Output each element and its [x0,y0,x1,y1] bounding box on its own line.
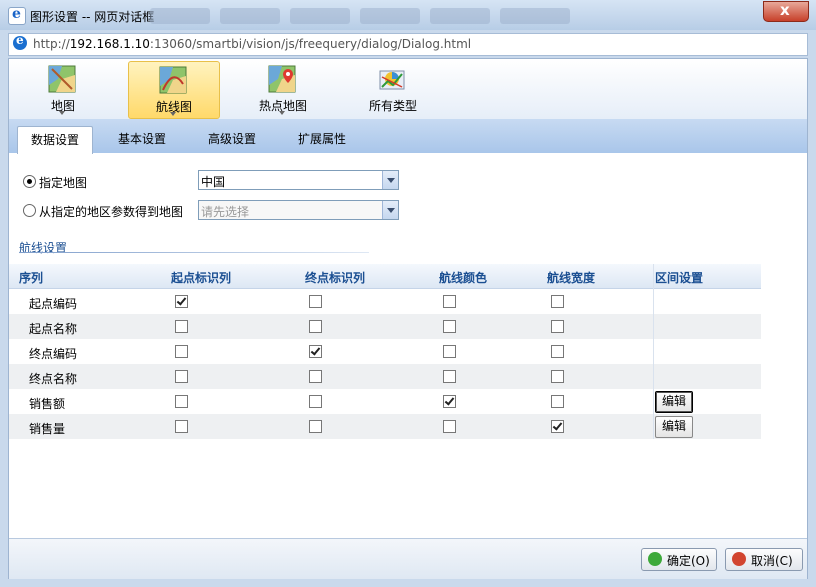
toolbar-all-types-label: 所有类型 [368,99,417,113]
window-title: 图形设置 -- 网页对话框 [30,10,155,24]
column-header: 航线宽度 [547,271,596,285]
start-id-checkbox[interactable] [175,295,188,308]
toolbar-map-button[interactable]: 地图 [18,61,108,117]
title-bar: 图形设置 -- 网页对话框 x [0,0,816,30]
dialog-footer: 确定(O) 取消(C) [9,538,807,579]
cancel-button[interactable]: 取消(C) [725,548,803,571]
settings-tab-bar: 数据设置 基本设置 高级设置 扩展属性 [9,119,807,154]
ok-button-label: 确定(O) [667,554,710,568]
tab-basic-settings[interactable]: 基本设置 [105,126,179,153]
end-id-checkbox[interactable] [309,320,322,333]
dropdown-arrow-icon[interactable] [382,201,398,219]
toolbar-route-map-button[interactable]: 航线图 [128,61,220,119]
radio-specified-map-label: 指定地图 [39,176,88,190]
column-header: 航线颜色 [439,271,488,285]
row-series-name: 销售量 [29,422,66,436]
check-icon [648,552,662,566]
column-header: 序列 [19,271,44,285]
cancel-button-label: 取消(C) [751,554,793,568]
chevron-down-icon [170,112,176,116]
column-header: 终点标识列 [305,271,366,285]
table-row: 起点名称 [9,314,761,339]
background-taskbar-tabs [150,8,620,24]
route-color-checkbox[interactable] [443,395,456,408]
table-row: 起点编码 [9,289,761,314]
dialog-content: 地图 航线图 热点地图 所有类型 数据设置 基本设置 高级设置 扩展属性 指定地… [8,58,808,579]
ok-button[interactable]: 确定(O) [641,548,717,571]
route-width-checkbox[interactable] [551,420,564,433]
row-series-name: 销售额 [29,397,66,411]
page-icon [13,33,27,50]
tab-extended-properties[interactable]: 扩展属性 [285,126,359,153]
route-width-checkbox[interactable] [551,345,564,358]
toolbar-all-types-button[interactable]: 所有类型 [348,61,438,117]
tab-data-settings[interactable]: 数据设置 [17,126,93,154]
end-id-checkbox[interactable] [309,420,322,433]
map-select[interactable]: 中国 [198,170,399,190]
tab-advanced-settings[interactable]: 高级设置 [195,126,269,153]
region-param-placeholder: 请先选择 [201,205,250,219]
column-divider [653,264,654,439]
route-width-checkbox[interactable] [551,395,564,408]
route-width-checkbox[interactable] [551,295,564,308]
route-color-checkbox[interactable] [443,420,456,433]
chart-type-toolbar: 地图 航线图 热点地图 所有类型 [9,59,807,119]
table-row: 销售量 编辑 [9,414,761,439]
chevron-down-icon [59,111,65,115]
start-id-checkbox[interactable] [175,320,188,333]
address-url: http://192.168.1.10:13060/smartbi/vision… [33,37,472,51]
row-series-name: 终点编码 [29,347,78,361]
address-bar: http://192.168.1.10:13060/smartbi/vision… [8,33,808,56]
end-id-checkbox[interactable] [309,345,322,358]
edit-interval-button[interactable]: 编辑 [655,391,693,413]
route-width-checkbox[interactable] [551,320,564,333]
start-id-checkbox[interactable] [175,345,188,358]
grid-header: 序列 起点标识列 终点标识列 航线颜色 航线宽度 区间设置 [9,264,761,289]
route-map-icon [159,66,187,94]
region-param-select[interactable]: 请先选择 [198,200,399,220]
column-header: 起点标识列 [171,271,232,285]
end-id-checkbox[interactable] [309,370,322,383]
route-color-checkbox[interactable] [443,320,456,333]
row-series-name: 终点名称 [29,372,78,386]
radio-param-map[interactable] [23,204,36,217]
start-id-checkbox[interactable] [175,370,188,383]
radio-param-map-label: 从指定的地区参数得到地图 [39,205,184,219]
start-id-checkbox[interactable] [175,420,188,433]
route-width-checkbox[interactable] [551,370,564,383]
hotspot-map-icon [268,65,296,93]
section-title-route-settings: 航线设置 [19,241,68,255]
map-icon [48,65,76,93]
map-select-value: 中国 [201,175,226,189]
toolbar-hotspot-map-button[interactable]: 热点地图 [238,61,328,117]
edit-interval-button[interactable]: 编辑 [655,416,693,438]
chevron-down-icon [279,111,285,115]
close-button[interactable]: x [763,1,809,22]
radio-specified-map[interactable] [23,175,36,188]
start-id-checkbox[interactable] [175,395,188,408]
table-row: 终点编码 [9,339,761,364]
end-id-checkbox[interactable] [309,295,322,308]
route-color-checkbox[interactable] [443,295,456,308]
end-id-checkbox[interactable] [309,395,322,408]
section-divider [19,252,369,253]
ie-icon [8,6,26,25]
dialog-window: 图形设置 -- 网页对话框 x http://192.168.1.10:1306… [0,0,816,587]
column-header: 区间设置 [655,271,704,285]
close-icon: x [780,1,790,19]
table-row: 终点名称 [9,364,761,389]
dropdown-arrow-icon[interactable] [382,171,398,189]
row-series-name: 起点名称 [29,322,78,336]
row-series-name: 起点编码 [29,297,78,311]
route-color-checkbox[interactable] [443,370,456,383]
route-color-checkbox[interactable] [443,345,456,358]
all-types-icon [379,70,405,90]
table-row: 销售额 编辑 [9,389,761,414]
cancel-icon [732,552,746,566]
